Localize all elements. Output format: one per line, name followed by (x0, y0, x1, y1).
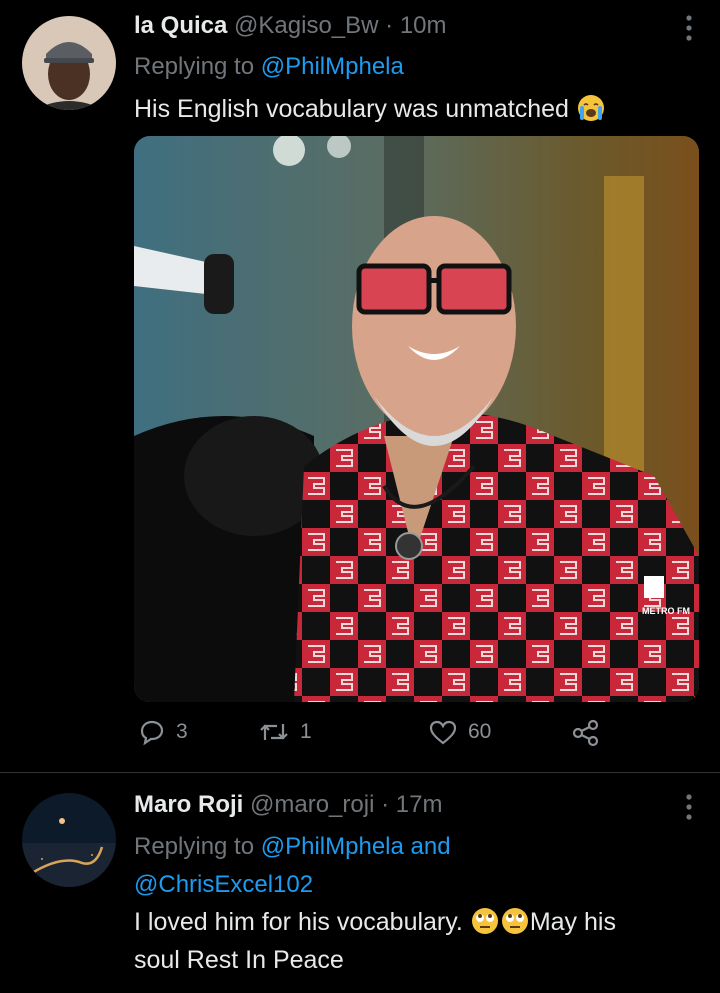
tweet-header: Maro Roji @maro_roji · 17m (134, 791, 442, 819)
tweet-text-content: His English vocabulary was unmatched (134, 95, 569, 123)
tweet-text: His English vocabulary was unmatched (134, 90, 694, 128)
tweet-1[interactable]: la Quica @Kagiso_Bw · 10m Replying to @P… (0, 0, 720, 772)
timestamp[interactable]: · 10m (385, 12, 446, 39)
avatar[interactable] (22, 16, 116, 110)
mention-link[interactable]: @PhilMphela (261, 53, 404, 80)
like-button[interactable]: 60 (428, 718, 491, 746)
retweet-button[interactable]: 1 (258, 718, 312, 746)
avatar[interactable] (22, 793, 116, 887)
tweet-text: I loved him for his vocabulary. May his … (134, 903, 694, 979)
more-icon[interactable] (684, 793, 694, 825)
share-icon (572, 719, 599, 747)
display-name[interactable]: Maro Roji (134, 791, 243, 818)
replying-to: Replying to @PhilMphela and @ChrisExcel1… (134, 828, 451, 904)
timestamp[interactable]: · 17m (381, 791, 442, 818)
handle[interactable]: @Kagiso_Bw (234, 12, 378, 39)
replying-to: Replying to @PhilMphela (134, 53, 404, 81)
mention-link-2[interactable]: @ChrisExcel102 (134, 871, 313, 898)
share-button[interactable] (570, 718, 602, 748)
replying-prefix: Replying to (134, 53, 255, 80)
replying-prefix: Replying to (134, 833, 255, 860)
retweet-icon (260, 724, 288, 740)
more-icon[interactable] (684, 14, 694, 46)
reply-button[interactable]: 3 (138, 718, 188, 746)
tweet-photo[interactable]: METRO FM (134, 136, 699, 702)
tweet-2[interactable]: Maro Roji @maro_roji · 17m Replying to @… (0, 773, 720, 993)
rolling-eyes-icon (501, 908, 528, 934)
display-name[interactable]: la Quica (134, 12, 227, 39)
retweet-count: 1 (300, 720, 312, 743)
tweet-text-part2: May his (529, 908, 616, 936)
reply-icon (140, 720, 164, 746)
tweet-header: la Quica @Kagiso_Bw · 10m (134, 12, 447, 40)
loudly-crying-face-icon (577, 95, 604, 121)
like-count: 60 (468, 720, 492, 743)
mention-link[interactable]: @PhilMphela and (261, 833, 451, 860)
like-icon (429, 720, 457, 745)
tweet-text-line2: soul Rest In Peace (134, 946, 344, 974)
tweet-actions: 3 1 60 (134, 718, 614, 758)
reply-count: 3 (176, 720, 188, 743)
handle[interactable]: @maro_roji (250, 791, 374, 818)
rolling-eyes-icon (471, 908, 498, 934)
tweet-text-part1: I loved him for his vocabulary. (134, 908, 463, 936)
media-watermark: METRO FM (642, 606, 690, 616)
